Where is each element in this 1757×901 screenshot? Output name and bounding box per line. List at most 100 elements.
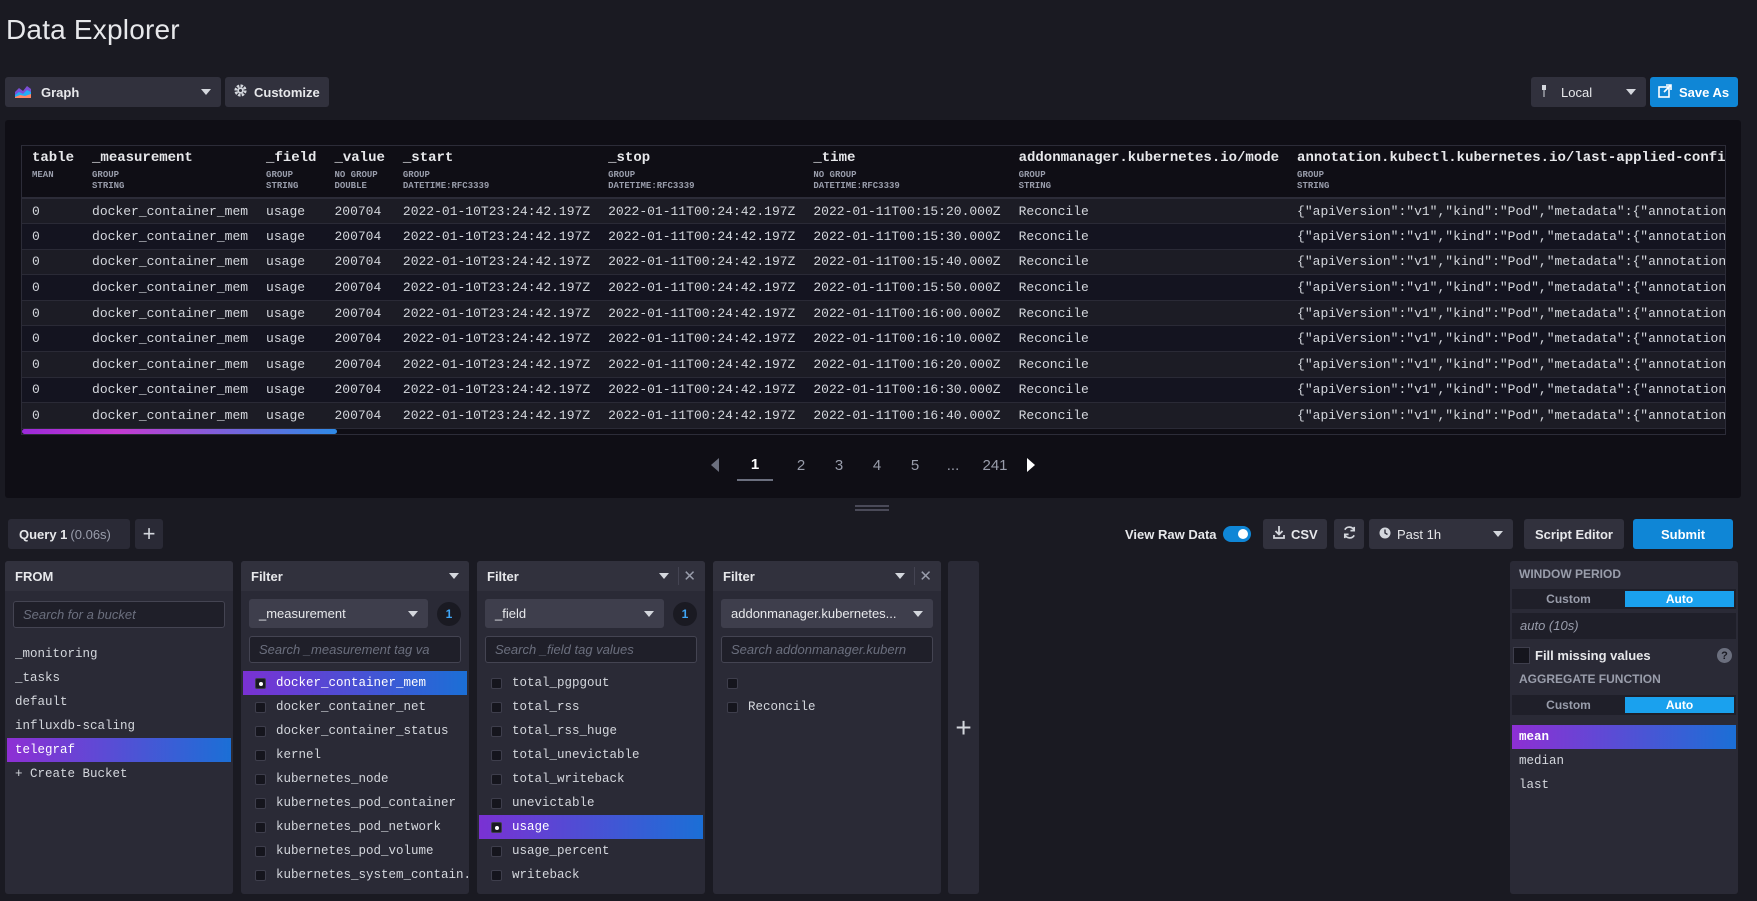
close-icon[interactable]: ✕ [919, 567, 932, 585]
window-custom-button[interactable]: Custom [1514, 591, 1623, 607]
checkbox[interactable] [255, 677, 266, 689]
submit-button[interactable]: Submit [1633, 519, 1733, 549]
help-icon[interactable]: ? [1717, 648, 1732, 663]
tag-value-item[interactable]: total_unevictable [477, 743, 705, 767]
tag-key-select[interactable]: _field [485, 599, 664, 628]
timezone-select[interactable]: Local [1531, 77, 1646, 107]
tag-value-item[interactable]: kubernetes_pod_network [241, 815, 469, 839]
checkbox[interactable] [727, 677, 738, 689]
column-header[interactable]: annotation.kubectl.kubernetes.io/last-ap… [1287, 146, 1725, 199]
function-custom-button[interactable]: Custom [1514, 697, 1623, 713]
tag-value-item[interactable]: unevictable [477, 791, 705, 815]
bucket-item[interactable]: telegraf [7, 738, 231, 762]
chevron-down-icon[interactable] [449, 573, 459, 579]
create-bucket-link[interactable]: + Create Bucket [5, 762, 233, 786]
bucket-item[interactable]: influxdb-scaling [5, 714, 233, 738]
chevron-down-icon[interactable] [895, 573, 905, 579]
checkbox[interactable] [255, 701, 266, 713]
checkbox[interactable] [491, 821, 502, 833]
checkbox[interactable] [491, 749, 502, 761]
checkbox[interactable] [491, 869, 502, 881]
checkbox[interactable] [255, 869, 266, 881]
tag-value-item[interactable]: Reconcile [713, 695, 941, 719]
tag-values-search-input[interactable]: Search addonmanager.kubern [721, 636, 933, 663]
save-as-button[interactable]: Save As [1650, 77, 1738, 107]
checkbox[interactable] [491, 773, 502, 785]
page-5-button[interactable]: 5 [905, 451, 925, 480]
view-raw-data-toggle[interactable] [1223, 526, 1251, 542]
bucket-search-input[interactable]: Search for a bucket [13, 601, 225, 628]
tag-value-item[interactable]: total_rss_huge [477, 719, 705, 743]
aggregate-function-item[interactable]: median [1510, 749, 1738, 773]
column-header[interactable]: table MEAN [22, 146, 83, 199]
bucket-item[interactable]: _monitoring [5, 642, 233, 666]
tag-value-item[interactable]: total_rss [477, 695, 705, 719]
column-header[interactable]: _time NO GROUP DATETIME:RFC3339 [803, 146, 1009, 199]
checkbox[interactable] [255, 797, 266, 809]
aggregate-function-item[interactable]: last [1510, 773, 1738, 797]
query-tab[interactable]: Query 1 (0.06s) [8, 519, 130, 549]
page-last-button[interactable]: 241 [981, 451, 1009, 480]
csv-download-button[interactable]: CSV [1263, 519, 1327, 549]
bucket-item[interactable]: default [5, 690, 233, 714]
tag-value-item[interactable]: kubernetes_pod_volume [241, 839, 469, 863]
tag-value-item[interactable]: kubernetes_pod_container [241, 791, 469, 815]
window-auto-button[interactable]: Auto [1625, 591, 1734, 607]
function-auto-button[interactable]: Auto [1625, 697, 1734, 713]
column-header[interactable]: _start GROUP DATETIME:RFC3339 [392, 146, 599, 199]
tag-value-item[interactable] [713, 671, 941, 695]
checkbox[interactable] [727, 701, 738, 713]
close-icon[interactable]: ✕ [683, 567, 696, 585]
chevron-down-icon[interactable] [659, 573, 669, 579]
raw-data-table[interactable]: table MEAN _measurement GROUP STRING _field GR… [21, 145, 1726, 435]
page-3-button[interactable]: 3 [829, 451, 849, 480]
tag-value-item[interactable]: kubernetes_system_contain... [241, 863, 469, 887]
checkbox[interactable] [255, 845, 266, 857]
aggregate-function-item[interactable]: mean [1512, 725, 1736, 749]
page-1-button[interactable]: 1 [737, 450, 773, 481]
tag-values-search-input[interactable]: Search _field tag values [485, 636, 697, 663]
horizontal-scrollbar[interactable] [22, 429, 337, 434]
customize-button[interactable]: Customize [225, 77, 329, 107]
checkbox[interactable] [491, 677, 502, 689]
tag-value-item[interactable]: usage_percent [477, 839, 705, 863]
column-header[interactable]: _field GROUP STRING [256, 146, 325, 199]
tag-value-item[interactable]: total_writeback [477, 767, 705, 791]
tag-value-item[interactable]: usage [479, 815, 703, 839]
time-range-select[interactable]: Past 1h [1369, 519, 1513, 549]
previous-page-icon[interactable] [711, 458, 719, 472]
checkbox[interactable] [491, 725, 502, 737]
checkbox[interactable] [255, 821, 266, 833]
tag-value-item[interactable]: writeback [477, 863, 705, 887]
checkbox[interactable] [255, 749, 266, 761]
tag-value-item[interactable]: kubernetes_node [241, 767, 469, 791]
script-editor-button[interactable]: Script Editor [1524, 519, 1624, 549]
page-2-button[interactable]: 2 [791, 451, 811, 480]
column-header[interactable]: _stop GROUP DATETIME:RFC3339 [598, 146, 804, 199]
column-header[interactable]: _measurement GROUP STRING [82, 146, 257, 199]
visualization-type-select[interactable]: Graph [5, 77, 221, 107]
checkbox[interactable] [491, 797, 502, 809]
add-filter-button[interactable]: + [948, 561, 979, 894]
checkbox[interactable] [255, 773, 266, 785]
window-period-input[interactable]: auto (10s) [1512, 613, 1736, 639]
page-4-button[interactable]: 4 [867, 451, 887, 480]
checkbox[interactable] [491, 701, 502, 713]
tag-key-select[interactable]: _measurement [249, 599, 428, 628]
tag-value-item[interactable]: docker_container_net [241, 695, 469, 719]
checkbox[interactable] [255, 725, 266, 737]
tag-value-item[interactable]: total_pgpgout [477, 671, 705, 695]
tag-value-item[interactable]: docker_container_status [241, 719, 469, 743]
tag-key-select[interactable]: addonmanager.kubernetes... [721, 599, 933, 628]
fill-missing-checkbox[interactable] [1513, 646, 1530, 664]
checkbox[interactable] [491, 845, 502, 857]
bucket-item[interactable]: _tasks [5, 666, 233, 690]
tag-value-item[interactable]: docker_container_mem [243, 671, 467, 695]
panel-resize-handle[interactable] [855, 505, 889, 511]
column-header[interactable]: _value NO GROUP DOUBLE [324, 146, 393, 199]
add-query-button[interactable]: + [135, 519, 163, 549]
next-page-icon[interactable] [1027, 458, 1035, 472]
tag-values-search-input[interactable]: Search _measurement tag va [249, 636, 461, 663]
tag-value-item[interactable]: kernel [241, 743, 469, 767]
column-header[interactable]: addonmanager.kubernetes.io/mode GROUP STRI… [1008, 146, 1288, 199]
